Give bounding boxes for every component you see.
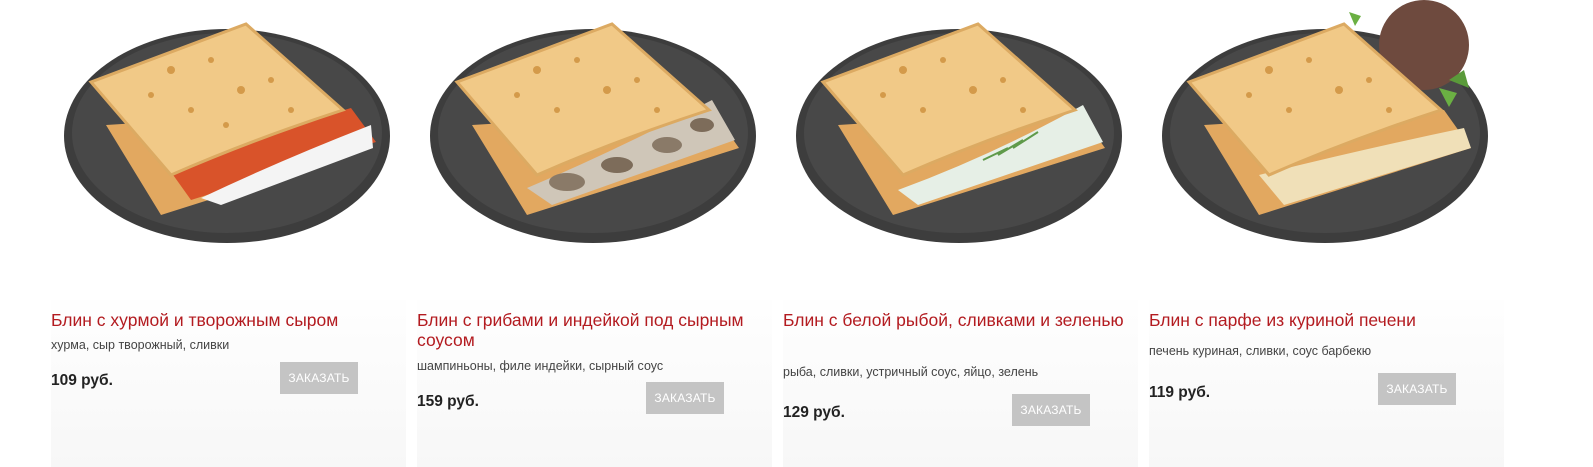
order-button[interactable]: ЗАКАЗАТЬ [646, 382, 724, 414]
order-button[interactable]: ЗАКАЗАТЬ [1378, 373, 1456, 405]
order-button[interactable]: ЗАКАЗАТЬ [280, 362, 358, 394]
product-image[interactable] [783, 0, 1138, 300]
order-button[interactable]: ЗАКАЗАТЬ [1012, 394, 1090, 426]
product-title[interactable]: Блин с парфе из куриной печени [1149, 310, 1504, 330]
product-price: 129 руб. [783, 404, 845, 421]
product-price: 119 руб. [1149, 384, 1211, 401]
product-title[interactable]: Блин с белой рыбой, сливками и зеленью [783, 310, 1138, 330]
product-card: Блин с грибами и индейкой под сырным соу… [417, 0, 772, 467]
product-description: шампиньоны, филе индейки, сырный соус [417, 359, 664, 373]
pancake-on-plate-image [64, 22, 390, 243]
product-price: 159 руб. [417, 393, 479, 410]
product-card: Блин с белой рыбой, сливками и зеленью р… [783, 0, 1138, 467]
pancake-on-plate-image [430, 22, 756, 243]
product-image[interactable] [1149, 0, 1504, 300]
product-price: 109 руб. [51, 372, 113, 389]
product-description: рыба, сливки, устричный соус, яйцо, зеле… [783, 365, 1039, 379]
product-description: хурма, сыр творожный, сливки [51, 338, 230, 352]
product-title[interactable]: Блин с хурмой и творожным сыром [51, 310, 406, 330]
product-image[interactable] [417, 0, 772, 300]
product-card: Блин с парфе из куриной печени печень ку… [1149, 0, 1504, 467]
product-description: печень куриная, сливки, соус барбекю [1149, 344, 1372, 358]
pancake-on-plate-image [796, 22, 1122, 243]
pancake-on-plate-image [1162, 0, 1488, 243]
product-title[interactable]: Блин с грибами и индейкой под сырным соу… [417, 310, 772, 350]
product-card: Блин с хурмой и творожным сыром хурма, с… [51, 0, 406, 467]
product-image[interactable] [51, 0, 406, 300]
